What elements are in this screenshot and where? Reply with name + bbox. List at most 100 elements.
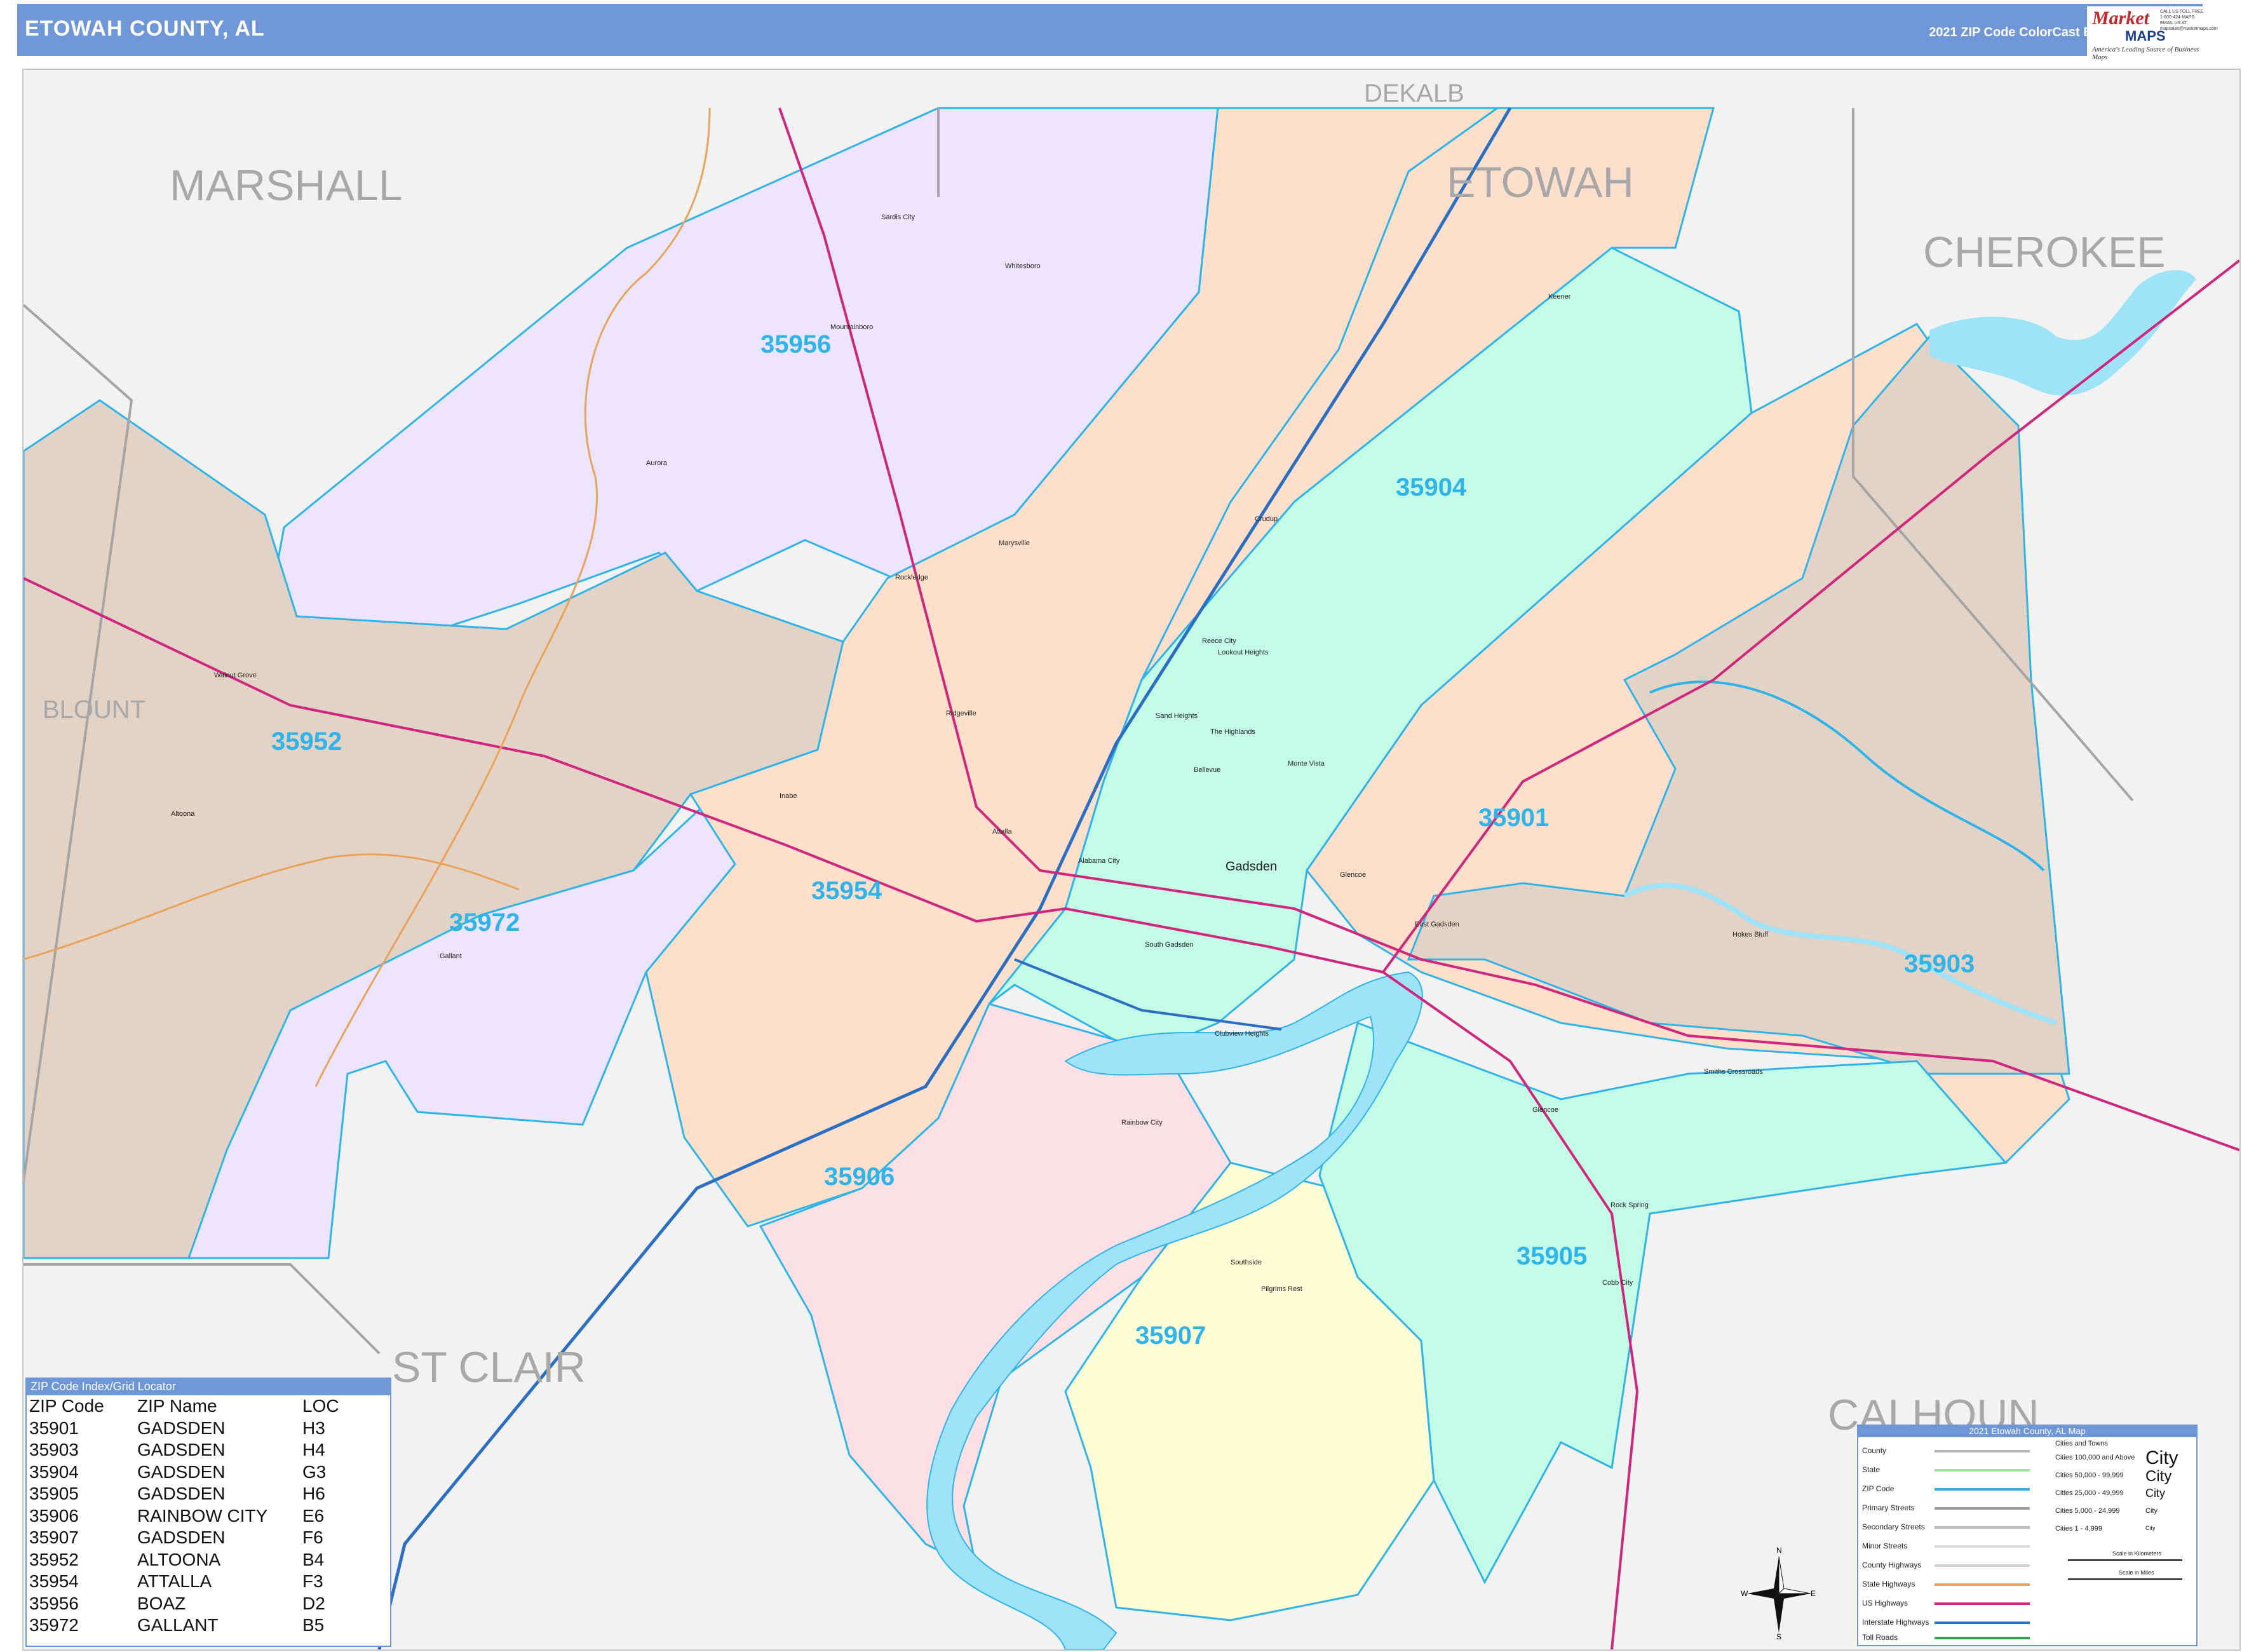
compass-s: S — [1776, 1632, 1781, 1639]
zip-index-row: 35972 GALLANT B5 — [29, 1615, 366, 1637]
legend-state: State — [1862, 1465, 1881, 1474]
town-label-crudup: Crudup — [1255, 515, 1278, 523]
town-label-hokes-bluff: Hokes Bluff — [1732, 931, 1769, 938]
legend-city-sample: City — [2145, 1507, 2158, 1515]
legend-swatch — [1935, 1622, 2030, 1624]
legend-city-range: Cities 5,000 - 24,999 — [2055, 1507, 2120, 1515]
loc-cell: E6 — [302, 1505, 325, 1526]
town-label-keener: Keener — [1548, 293, 1571, 301]
zip-name-cell: GADSDEN — [137, 1440, 226, 1460]
zip-label-35903: 35903 — [1904, 950, 1975, 978]
legend-interstate-highways: Interstate Highways — [1862, 1618, 1929, 1627]
town-label-glencoe: Glencoe — [1532, 1106, 1558, 1114]
region-label-st-clair: ST CLAIR — [392, 1343, 586, 1391]
legend-city-range: Cities 25,000 - 49,999 — [2055, 1489, 2124, 1497]
column-header-zip: ZIP Code — [29, 1396, 104, 1416]
compass-e: E — [1811, 1589, 1816, 1598]
town-label-monte-vista: Monte Vista — [1288, 760, 1325, 768]
town-label-aurora: Aurora — [646, 459, 668, 467]
loc-cell: H6 — [302, 1484, 325, 1504]
zip-cell: 35972 — [29, 1615, 79, 1635]
scale-bar-km — [2068, 1559, 2182, 1561]
town-label-alabama-city: Alabama City — [1078, 857, 1120, 865]
region-label-blount: BLOUNT — [43, 696, 145, 724]
loc-cell: F3 — [302, 1571, 323, 1592]
legend-zip-code: ZIP Code — [1862, 1484, 1894, 1493]
town-label-sardis-city: Sardis City — [881, 213, 915, 221]
zip-label-35907: 35907 — [1135, 1322, 1206, 1350]
town-label-cobb-city: Cobb City — [1602, 1279, 1633, 1287]
legend-swatch — [1935, 1450, 2030, 1452]
town-label-smiths-crossroads: Smiths Crossroads — [1704, 1068, 1763, 1076]
zip-name-cell: ATTALLA — [137, 1571, 212, 1592]
zip-cell: 35956 — [29, 1593, 79, 1613]
market-maps-logo: Market MAPS America's Leading Source of … — [2087, 6, 2218, 61]
town-label-gallant: Gallant — [440, 952, 462, 960]
region-label-marshall: MARSHALL — [170, 161, 403, 210]
legend-swatch — [1935, 1637, 2030, 1639]
zip-name-cell: GADSDEN — [137, 1484, 226, 1504]
legend-city-range: Cities 100,000 and Above — [2055, 1454, 2135, 1461]
zip-index-row: 35905 GADSDEN H6 — [29, 1483, 366, 1505]
zip-label-35906: 35906 — [824, 1163, 895, 1191]
zip-index-row: 35906 RAINBOW CITY E6 — [29, 1505, 366, 1527]
zip-index-row: 35952 ALTOONA B4 — [29, 1549, 366, 1571]
zip-label-35901: 35901 — [1478, 804, 1549, 832]
loc-cell: G3 — [302, 1461, 327, 1482]
zip-index-row: 35901 GADSDEN H3 — [29, 1418, 366, 1440]
town-label-attalla: Attalla — [992, 828, 1012, 836]
map-title: ETOWAH COUNTY, AL — [25, 17, 265, 41]
zip-cell: 35952 — [29, 1549, 79, 1569]
loc-cell: F6 — [302, 1527, 323, 1548]
loc-cell: B4 — [302, 1549, 325, 1569]
zip-code-index: ZIP Code Index/Grid Locator ZIP Code ZIP… — [25, 1378, 391, 1647]
zip-label-35956: 35956 — [760, 330, 831, 358]
legend-swatch — [1935, 1564, 2030, 1567]
loc-cell: B5 — [302, 1615, 325, 1635]
region-label-dekalb: DEKALB — [1364, 79, 1464, 107]
zip-name-cell: RAINBOW CITY — [137, 1505, 268, 1526]
compass-n: N — [1776, 1546, 1782, 1555]
town-label-marysville: Marysville — [999, 539, 1030, 547]
zip-index-table: ZIP Code ZIP Name LOC 35901 GADSDEN H3 359… — [29, 1395, 366, 1637]
legend-swatch — [1935, 1526, 2030, 1529]
zip-index-row: 35956 BOAZ D2 — [29, 1593, 366, 1615]
town-label-ridgeville: Ridgeville — [946, 710, 976, 717]
zip-index-row: 35907 GADSDEN F6 — [29, 1527, 366, 1549]
legend-city-range: Cities 1 - 4,999 — [2055, 1525, 2102, 1533]
town-label-bellevue: Bellevue — [1194, 766, 1220, 774]
legend-header: 2021 Etowah County, AL Map — [1858, 1426, 2196, 1437]
town-label-reece-city: Reece City — [1202, 637, 1236, 645]
compass-rose-icon: N S W E — [1741, 1544, 1817, 1641]
zip-name-cell: ALTOONA — [137, 1549, 221, 1569]
logo-tagline: America's Leading Source of Business Map… — [2092, 46, 2199, 61]
logo-brand: Market — [2092, 8, 2149, 29]
zip-index-header: ZIP Code Index/Grid Locator — [27, 1379, 390, 1395]
legend-city-sample: City — [2145, 1525, 2156, 1531]
zip-name-cell: GADSDEN — [137, 1418, 226, 1438]
legend-swatch — [1935, 1583, 2030, 1586]
town-label-east-gadsden: East Gadsden — [1415, 921, 1459, 928]
legend-cities-header: Cities and Towns — [2055, 1440, 2108, 1447]
legend-swatch — [1935, 1507, 2030, 1510]
legend-swatch — [1935, 1545, 2030, 1548]
town-label-sand-heights: Sand Heights — [1156, 712, 1198, 720]
town-label-lookout-heights: Lookout Heights — [1218, 649, 1269, 656]
scale-bar-mi — [2068, 1578, 2182, 1580]
legend-primary-streets: Primary Streets — [1862, 1503, 1915, 1512]
town-label-the-highlands: The Highlands — [1210, 728, 1255, 736]
loc-cell: H4 — [302, 1440, 325, 1460]
zip-name-cell: GADSDEN — [137, 1461, 226, 1482]
zip-cell: 35906 — [29, 1505, 79, 1526]
zip-index-row: 35954 ATTALLA F3 — [29, 1571, 366, 1593]
town-label-whitesboro: Whitesboro — [1005, 262, 1041, 270]
legend-city-sample: City — [2145, 1468, 2172, 1485]
region-label-etowah: ETOWAH — [1447, 158, 1634, 207]
zip-name-cell: BOAZ — [137, 1593, 186, 1613]
legend-us-highways: US Highways — [1862, 1599, 1908, 1608]
map-header: ETOWAH COUNTY, AL 2021 ZIP Code ColorCas… — [17, 4, 2218, 61]
zip-cell: 35905 — [29, 1484, 79, 1504]
column-header-name: ZIP Name — [137, 1396, 217, 1416]
legend-county: County — [1862, 1446, 1887, 1455]
zip-cell: 35901 — [29, 1418, 79, 1438]
